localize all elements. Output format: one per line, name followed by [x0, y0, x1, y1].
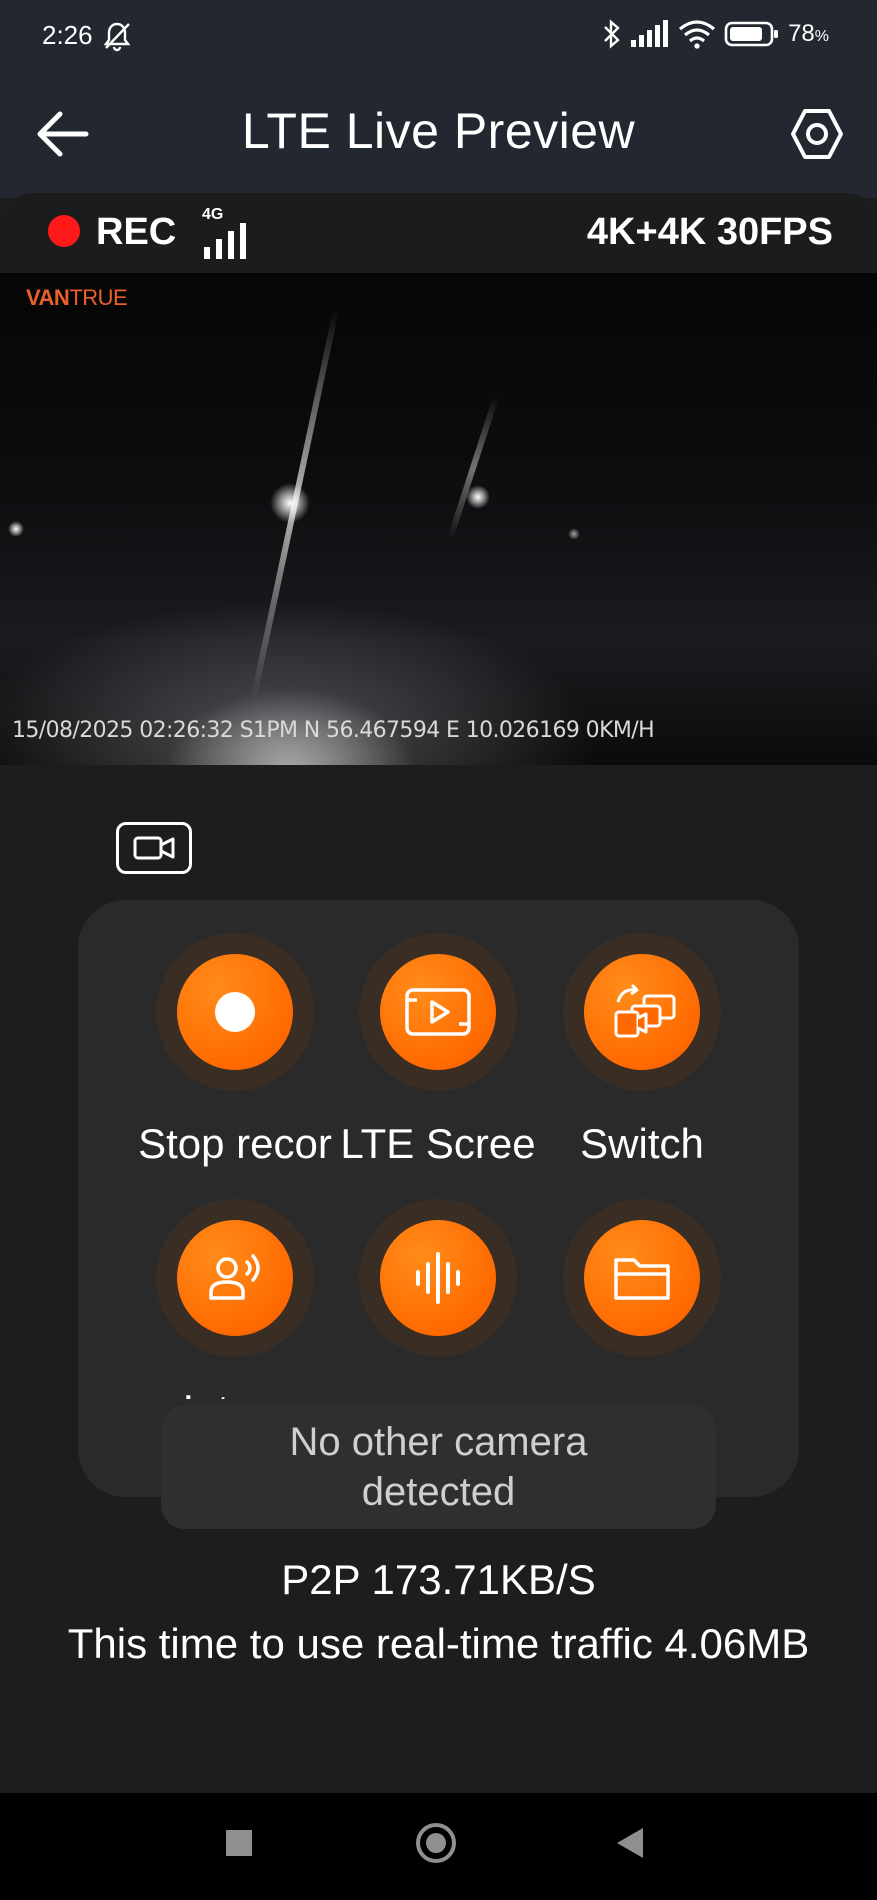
rec-indicator-dot: [48, 215, 80, 247]
lte-screen-button[interactable]: [359, 933, 517, 1091]
nav-back-button[interactable]: [617, 1828, 643, 1858]
street-light: [466, 485, 490, 509]
p2p-speed-text: P2P 173.71KB/S: [281, 1556, 596, 1603]
resolution-label: 4K+4K 30FPS: [586, 211, 833, 253]
stop-recording-label: Stop recor: [138, 1121, 332, 1167]
toast-line-2: detected: [361, 1470, 516, 1514]
home-button[interactable]: [416, 1823, 456, 1863]
status-icons: 78%: [602, 18, 829, 50]
street-light: [8, 521, 24, 537]
intercom-label: Interc: [135, 1387, 335, 1399]
video-camera-icon: [133, 836, 175, 860]
cell-signal-icon: [631, 20, 669, 47]
lte-screen-label: LTE Scree: [340, 1121, 536, 1167]
play-screen-icon: [405, 988, 471, 1036]
toast-message: No other camera detected: [161, 1405, 716, 1529]
switch-camera-icon: [614, 983, 676, 1038]
recording-status-bar: REC 4G 4K+4K 30FPS: [0, 193, 877, 273]
traffic-usage-text: This time to use real-time traffic 4.06M…: [67, 1620, 810, 1667]
switch-camera-button[interactable]: [563, 933, 721, 1091]
recents-button[interactable]: [226, 1830, 252, 1856]
system-nav-bar: [0, 1793, 877, 1900]
battery-percent: 78%: [788, 20, 829, 47]
bell-muted-icon: [103, 22, 131, 52]
files-button[interactable]: [563, 1199, 721, 1357]
video-timestamp-overlay: 15/08/2025 02:26:32 S1PM N 56.467594 E 1…: [12, 718, 655, 743]
light-streak: [446, 395, 500, 541]
app-bar: LTE Live Preview: [0, 72, 877, 198]
record-dot-icon: [215, 992, 255, 1032]
intercom-icon: [209, 1254, 260, 1300]
toast-line-1: No other camera: [289, 1420, 588, 1464]
bluetooth-icon: [604, 19, 620, 49]
vantrue-watermark: VANTRUE: [26, 285, 128, 310]
intercom-button[interactable]: [156, 1199, 314, 1357]
sound-wave-icon: [416, 1252, 460, 1304]
network-type-label: 4G: [202, 206, 223, 223]
audio-button[interactable]: [359, 1199, 517, 1357]
camera-view-toggle[interactable]: [116, 822, 192, 874]
switch-camera-label: Switch Came: [580, 1121, 704, 1173]
rec-label: REC: [96, 211, 177, 253]
status-bar: 2:26 78%: [0, 0, 877, 72]
stop-recording-button[interactable]: [156, 933, 314, 1091]
gear-icon[interactable]: [785, 102, 849, 166]
wifi-icon: [679, 20, 716, 49]
battery-icon: [724, 21, 779, 47]
page-title: LTE Live Preview: [241, 103, 636, 159]
live-video-feed[interactable]: VANTRUE 15/08/2025 02:26:32 S1PM N 56.46…: [0, 273, 877, 765]
street-light: [270, 483, 310, 523]
status-time: 2:26: [42, 20, 93, 50]
folder-icon: [614, 1258, 670, 1300]
street-light: [568, 528, 580, 540]
lte-signal-icon: 4G: [202, 206, 246, 259]
